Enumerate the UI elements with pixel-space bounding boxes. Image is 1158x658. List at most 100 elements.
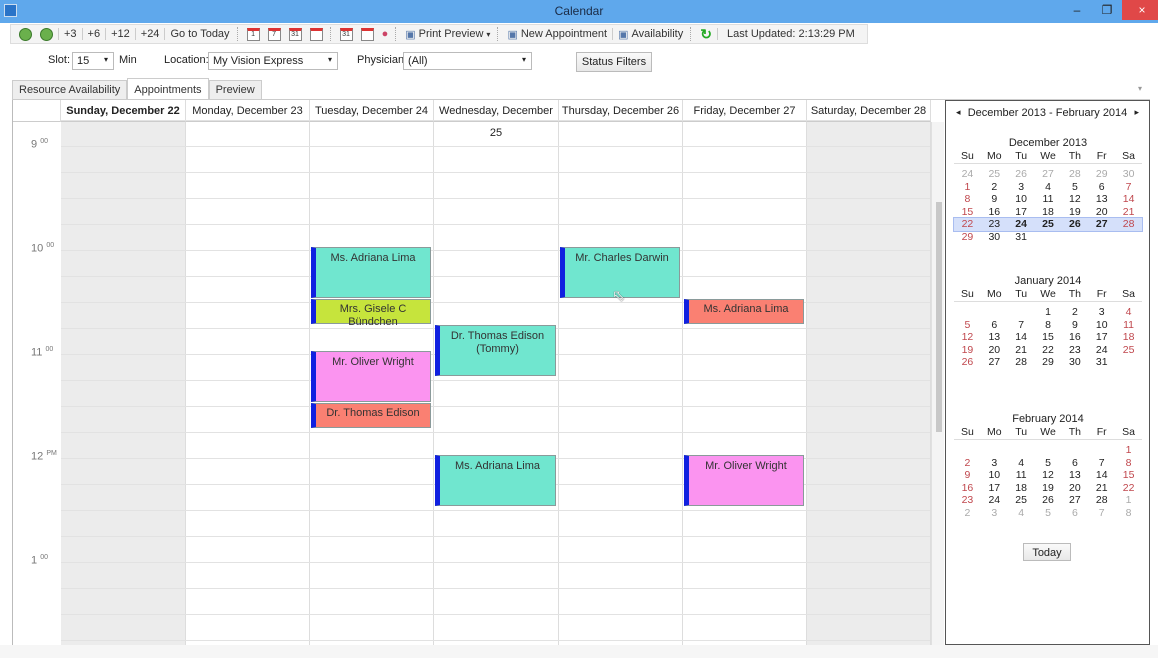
mini-day[interactable]: 3 [981,507,1008,520]
mini-day[interactable]: 17 [1088,331,1115,344]
mini-day[interactable]: 1 [1115,494,1142,507]
mini-day[interactable]: 5 [1035,507,1062,520]
mini-day[interactable]: 21 [1088,482,1115,495]
resource-schedule-button[interactable] [357,25,378,43]
mini-day[interactable]: 1 [1035,306,1062,319]
mini-day[interactable]: 25 [1115,344,1142,357]
physician-select[interactable]: (All) ▾ [403,52,532,70]
mini-day[interactable]: 27 [981,356,1008,369]
refresh-button[interactable]: ↻ [696,25,716,43]
mini-day[interactable]: 19 [1061,206,1088,219]
mini-day[interactable]: 19 [1035,482,1062,495]
mini-day[interactable]: 22 [954,218,981,231]
plus12-button[interactable]: +12 [107,25,134,43]
appointment[interactable]: Ms. Adriana Lima [684,299,804,324]
plus24-button[interactable]: +24 [137,25,164,43]
mini-day[interactable]: 22 [1035,344,1062,357]
day-column[interactable] [186,122,310,645]
mini-day[interactable]: 3 [981,457,1008,470]
minimize-button[interactable]: – [1062,0,1092,20]
back-button[interactable] [15,25,36,43]
mini-day[interactable]: 5 [1035,457,1062,470]
plus6-button[interactable]: +6 [84,25,105,43]
mini-day[interactable]: 24 [954,168,981,181]
mini-day[interactable]: 31 [1008,231,1035,244]
availability-button[interactable]: ▣ Availability [614,25,687,43]
appointment[interactable]: Mr. Oliver Wright [311,351,431,402]
mini-day[interactable]: 15 [954,206,981,219]
mini-day[interactable]: 12 [954,331,981,344]
day-column[interactable] [434,122,559,645]
appointment[interactable]: Mr. Oliver Wright [684,455,804,506]
mini-day[interactable]: 24 [981,494,1008,507]
day-header[interactable]: Saturday, December 28 [807,100,931,122]
physicians-button[interactable]: ● [378,25,393,43]
mini-day[interactable]: 17 [1008,206,1035,219]
mini-day[interactable]: 20 [1088,206,1115,219]
mini-day[interactable]: 6 [1061,457,1088,470]
close-button[interactable]: × [1122,0,1158,20]
mini-day[interactable]: 9 [981,193,1008,206]
mini-day[interactable]: 27 [1035,168,1062,181]
tab-preview[interactable]: Preview [208,80,262,100]
mini-day[interactable]: 31 [1088,356,1115,369]
appointment[interactable]: Dr. Thomas Edison (Tommy) [435,325,556,376]
day-column[interactable] [559,122,683,645]
mini-day[interactable]: 11 [1035,193,1062,206]
appointment[interactable]: Ms. Adriana Lima [311,247,431,298]
day-column[interactable] [683,122,807,645]
mini-day[interactable]: 13 [981,331,1008,344]
scrollbar-thumb[interactable] [936,202,942,432]
mini-day[interactable]: 27 [1061,494,1088,507]
mini-day[interactable]: 29 [1088,168,1115,181]
mini-day[interactable]: 3 [1008,181,1035,194]
mini-day[interactable]: 20 [981,344,1008,357]
mini-day[interactable]: 12 [1061,193,1088,206]
tab-resource-availability[interactable]: Resource Availability [12,80,128,100]
mini-day[interactable]: 7 [1088,457,1115,470]
appointment[interactable]: Mrs. Gisele C Bündchen [311,299,431,328]
mini-day[interactable]: 23 [981,218,1008,231]
mini-day[interactable]: 2 [954,457,981,470]
mini-day[interactable]: 30 [1115,168,1142,181]
day-column[interactable] [61,122,186,645]
mini-day[interactable]: 9 [954,469,981,482]
mini-day[interactable]: 10 [981,469,1008,482]
mini-day[interactable]: 2 [1061,306,1088,319]
mini-day[interactable]: 15 [1035,331,1062,344]
today-button[interactable]: Today [1023,543,1071,561]
mini-day[interactable]: 18 [1035,206,1062,219]
mini-day[interactable]: 21 [1115,206,1142,219]
mini-day[interactable]: 18 [1008,482,1035,495]
mini-day[interactable]: 11 [1008,469,1035,482]
mini-day[interactable]: 26 [1035,494,1062,507]
mini-day[interactable]: 6 [1061,507,1088,520]
mini-day[interactable]: 24 [1088,344,1115,357]
appointment[interactable]: Dr. Thomas Edison [311,403,431,428]
mini-day[interactable]: 2 [954,507,981,520]
mini-day[interactable]: 30 [981,231,1008,244]
mini-day[interactable]: 16 [1061,331,1088,344]
mini-day[interactable]: 23 [1061,344,1088,357]
slot-select[interactable]: 15 ▾ [72,52,114,70]
mini-day[interactable]: 2 [981,181,1008,194]
mini-day[interactable]: 4 [1035,181,1062,194]
mini-day[interactable]: 28 [1088,494,1115,507]
mini-day[interactable]: 25 [981,168,1008,181]
day-header[interactable]: Sunday, December 22 [61,100,186,122]
mini-day[interactable]: 7 [1088,507,1115,520]
mini-day[interactable]: 4 [1008,507,1035,520]
timeline-view-button[interactable] [306,25,327,43]
mini-day[interactable]: 6 [981,319,1008,332]
mini-day[interactable]: 4 [1115,306,1142,319]
week-view-button[interactable]: 7 [264,25,285,43]
day-header[interactable]: Tuesday, December 24 [310,100,434,122]
go-to-today-button[interactable]: Go to Today [166,25,233,43]
day-header[interactable]: Wednesday, December 25 [434,100,559,139]
appointment[interactable]: Ms. Adriana Lima [435,455,556,506]
mini-day[interactable]: 6 [1088,181,1115,194]
mini-day[interactable]: 30 [1061,356,1088,369]
mini-day[interactable]: 10 [1088,319,1115,332]
mini-day[interactable]: 14 [1008,331,1035,344]
mini-day[interactable]: 16 [954,482,981,495]
